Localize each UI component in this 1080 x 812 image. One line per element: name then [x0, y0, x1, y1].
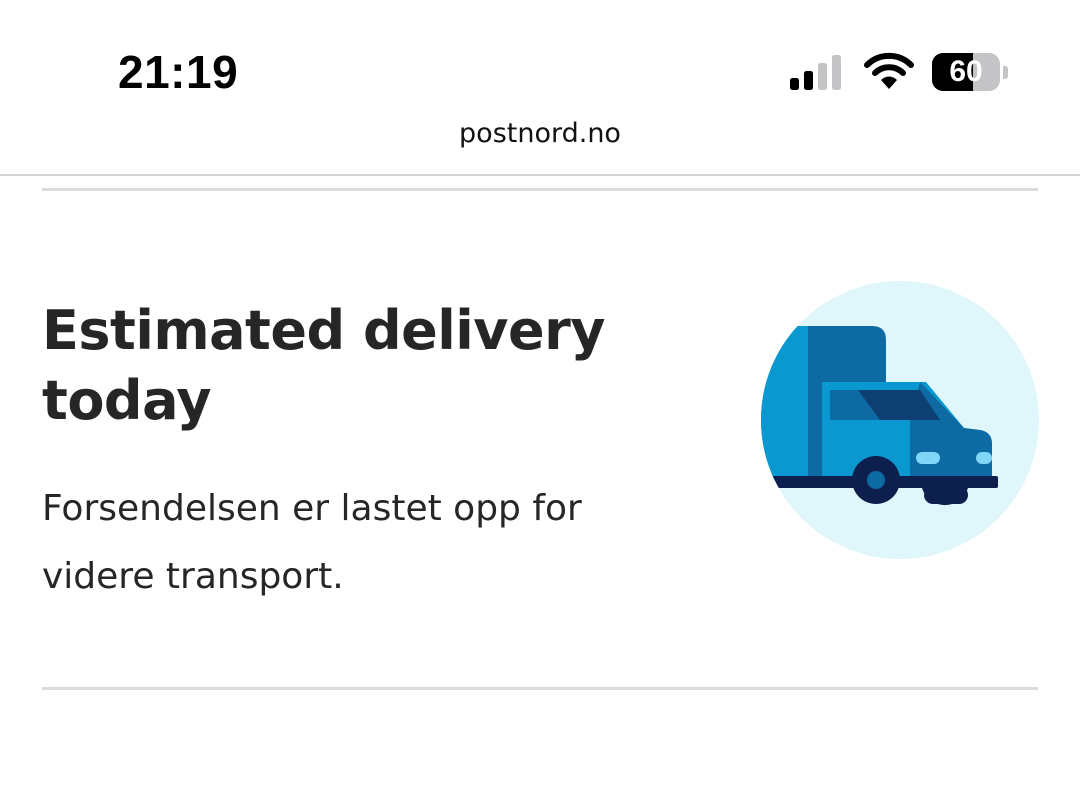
delivery-estimate-heading: Estimated delivery today	[42, 296, 682, 436]
status-bar-time: 21:19	[118, 46, 239, 98]
wifi-icon	[864, 52, 914, 89]
delivery-status-line1: Forsendelsen er lastet opp for	[42, 488, 582, 529]
status-bar-icons: 60	[790, 50, 1008, 94]
delivery-title-line2: today	[42, 369, 212, 432]
delivery-status-line2: videre transport.	[42, 556, 344, 597]
battery-icon: 60	[932, 52, 1008, 92]
address-bar-url[interactable]: postnord.no	[0, 114, 1080, 154]
battery-tip	[1003, 65, 1008, 79]
delivery-truck-icon	[761, 281, 1039, 559]
section-divider-bottom	[42, 687, 1038, 690]
delivery-title-line1: Estimated delivery	[42, 299, 605, 362]
delivery-status-message: Forsendelsen er lastet opp for videre tr…	[42, 475, 682, 611]
section-divider-top	[42, 188, 1038, 191]
battery-level-text: 60	[949, 55, 983, 88]
cellular-signal-icon	[790, 55, 841, 90]
toolbar-separator	[0, 174, 1080, 176]
